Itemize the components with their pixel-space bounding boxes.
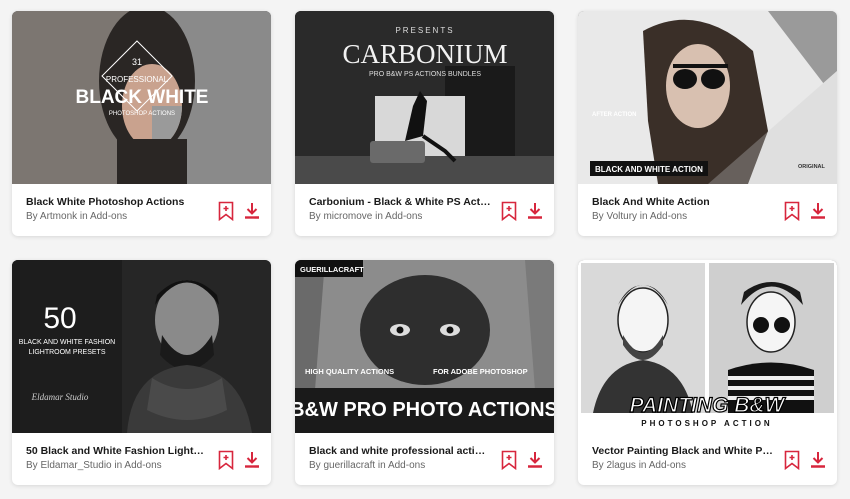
item-thumbnail[interactable]: PAINTING B&W PHOTOSHOP ACTION: [578, 260, 837, 433]
thumb-text: PHOTOSHOP ACTIONS: [109, 111, 175, 117]
thumb-text: LIGHTROOM PRESETS: [28, 349, 105, 356]
bookmark-icon[interactable]: [501, 201, 517, 221]
thumb-text: PAINTING B&W: [630, 394, 787, 417]
item-byline: By Artmonk in Add-ons: [26, 211, 128, 222]
item-card[interactable]: PRESENTS CARBONIUM PRO B&W PS ACTIONS BU…: [295, 11, 554, 236]
thumb-text: PRESENTS: [395, 26, 454, 35]
download-icon[interactable]: [244, 202, 260, 220]
item-byline: By 2lagus in Add-ons: [592, 460, 686, 471]
bookmark-icon[interactable]: [218, 201, 234, 221]
item-card[interactable]: GUERILLACRAFT HIGH QUALITY ACTIONS FOR A…: [295, 260, 554, 485]
thumb-text: CARBONIUM: [342, 39, 507, 69]
download-icon[interactable]: [527, 451, 543, 469]
item-byline: By Eldamar_Studio in Add-ons: [26, 460, 162, 471]
item-thumbnail[interactable]: 31 PROFESSIONAL BLACK WHITE PHOTOSHOP AC…: [12, 11, 271, 184]
item-title[interactable]: Carbonium - Black & White PS Act…: [309, 196, 495, 208]
download-icon[interactable]: [810, 202, 826, 220]
bookmark-icon[interactable]: [218, 450, 234, 470]
item-title[interactable]: Black and white professional acti…: [309, 445, 495, 457]
item-category[interactable]: Add-ons: [650, 211, 687, 222]
item-title[interactable]: Black White Photoshop Actions: [26, 196, 212, 208]
bookmark-icon[interactable]: [501, 450, 517, 470]
item-author[interactable]: micromove: [323, 211, 372, 222]
item-card[interactable]: 50 BLACK AND WHITE FASHION LIGHTROOM PRE…: [12, 260, 271, 485]
item-thumbnail[interactable]: 50 BLACK AND WHITE FASHION LIGHTROOM PRE…: [12, 260, 271, 433]
bookmark-icon[interactable]: [784, 201, 800, 221]
thumb-text: AFTER ACTION: [592, 112, 636, 118]
item-category[interactable]: Add-ons: [649, 460, 686, 471]
item-byline: By Voltury in Add-ons: [592, 211, 688, 222]
item-category[interactable]: Add-ons: [90, 211, 127, 222]
bookmark-icon[interactable]: [784, 450, 800, 470]
item-thumbnail[interactable]: AFTER ACTION BLACK AND WHITE ACTION ORIG…: [578, 11, 837, 184]
item-card[interactable]: PAINTING B&W PHOTOSHOP ACTION Vector Pai…: [578, 260, 837, 485]
download-icon[interactable]: [810, 451, 826, 469]
thumb-text: 50: [43, 302, 76, 335]
item-card[interactable]: AFTER ACTION BLACK AND WHITE ACTION ORIG…: [578, 11, 837, 236]
download-icon[interactable]: [244, 451, 260, 469]
thumb-text: Eldamar Studio: [31, 392, 89, 402]
thumb-text: ORIGINAL: [798, 164, 826, 170]
thumb-text: GUERILLACRAFT: [300, 265, 364, 274]
thumb-text: HIGH QUALITY ACTIONS: [305, 367, 394, 376]
item-thumbnail[interactable]: PRESENTS CARBONIUM PRO B&W PS ACTIONS BU…: [295, 11, 554, 184]
item-category[interactable]: Add-ons: [124, 460, 161, 471]
item-title[interactable]: Vector Painting Black and White P…: [592, 445, 778, 457]
item-byline: By micromove in Add-ons: [309, 211, 423, 222]
item-byline: By guerillacraft in Add-ons: [309, 460, 426, 471]
item-title[interactable]: 50 Black and White Fashion Light…: [26, 445, 212, 457]
item-thumbnail[interactable]: GUERILLACRAFT HIGH QUALITY ACTIONS FOR A…: [295, 260, 554, 433]
item-category[interactable]: Add-ons: [385, 211, 422, 222]
item-author[interactable]: Artmonk: [40, 211, 77, 222]
item-author[interactable]: Eldamar_Studio: [40, 460, 111, 471]
thumb-text: BLACK AND WHITE ACTION: [595, 165, 703, 174]
item-author[interactable]: Voltury: [606, 211, 637, 222]
thumb-text: BLACK AND WHITE FASHION: [19, 339, 115, 346]
thumb-text: 31: [132, 57, 142, 67]
item-card[interactable]: 31 PROFESSIONAL BLACK WHITE PHOTOSHOP AC…: [12, 11, 271, 236]
thumb-text: PRO B&W PS ACTIONS BUNDLES: [369, 71, 481, 78]
thumb-text: PHOTOSHOP ACTION: [641, 419, 772, 428]
item-author[interactable]: 2lagus: [606, 460, 635, 471]
download-icon[interactable]: [527, 202, 543, 220]
thumb-text: BLACK WHITE: [76, 87, 209, 108]
item-title[interactable]: Black And White Action: [592, 196, 778, 208]
item-category[interactable]: Add-ons: [388, 460, 425, 471]
thumb-text: FOR ADOBE PHOTOSHOP: [433, 367, 528, 376]
item-author[interactable]: guerillacraft: [323, 460, 375, 471]
thumb-text: PROFESSIONAL: [106, 75, 169, 84]
thumb-text: B&W PRO PHOTO ACTIONS: [295, 399, 554, 421]
